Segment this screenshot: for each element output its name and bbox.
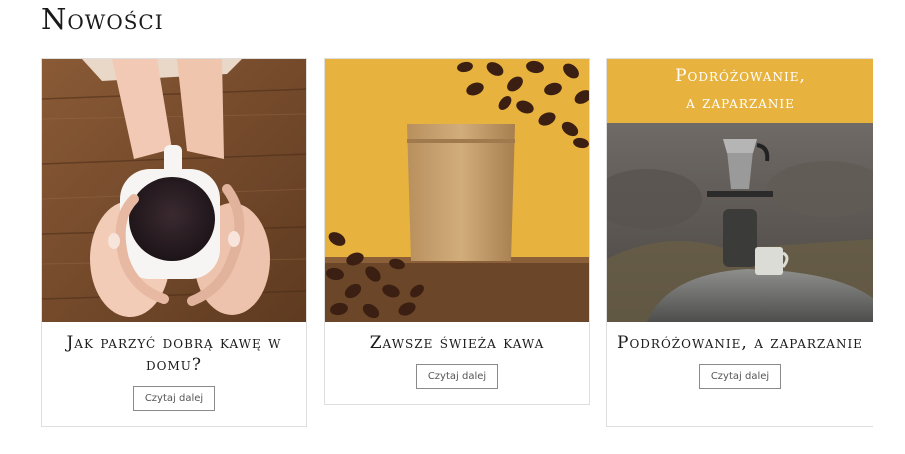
image-overlay-title-line2: a zaparzanie (685, 93, 795, 113)
post-card: Jak parzyć dobrą kawę w domu? Czytaj dal… (41, 58, 307, 427)
read-more-button[interactable]: Czytaj dalej (415, 364, 499, 389)
read-more-button[interactable]: Czytaj dalej (132, 386, 216, 411)
post-card: Zawsze świeża kawa Czytaj dalej (324, 58, 590, 405)
post-title[interactable]: Zawsze świeża kawa (333, 332, 581, 354)
read-more-button[interactable]: Czytaj dalej (698, 364, 782, 389)
post-card: Podróżowanie, a zaparzanie Podróżowanie,… (606, 58, 873, 427)
section-title: Nowości (41, 2, 164, 36)
image-overlay-title-line1: Podróżowanie, (675, 66, 806, 86)
coffee-cup-hands-image[interactable] (42, 59, 306, 322)
camping-moka-pot-image[interactable]: Podróżowanie, a zaparzanie (607, 59, 873, 322)
post-title[interactable]: Podróżowanie, a zaparzanie (615, 332, 865, 354)
post-title[interactable]: Jak parzyć dobrą kawę w domu? (50, 332, 298, 376)
coffee-bag-beans-image[interactable] (325, 59, 589, 322)
